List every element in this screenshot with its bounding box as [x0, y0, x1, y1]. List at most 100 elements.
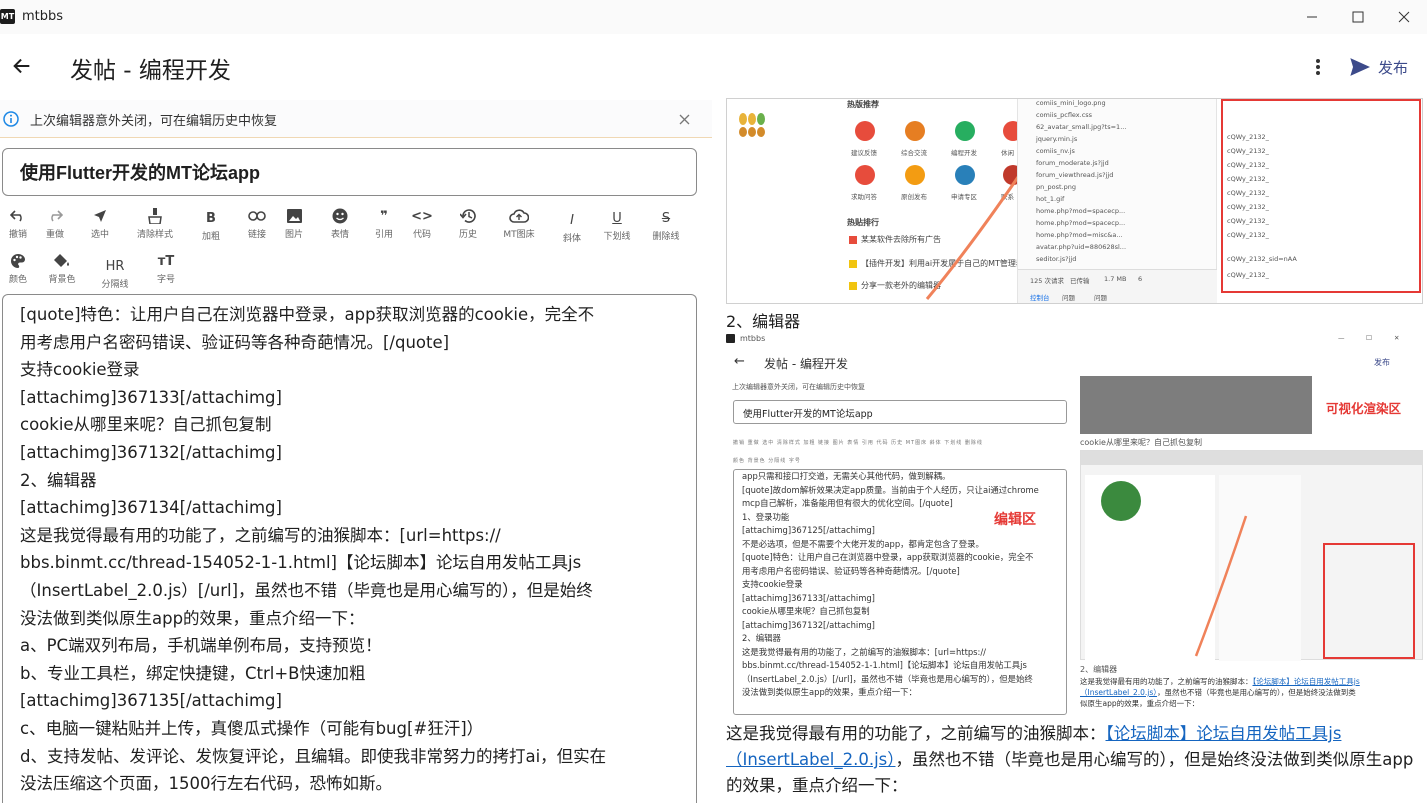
app-bar: 发帖 - 编程开发 发布	[0, 34, 1427, 98]
editor-line: cookie从哪里来呢？自己抓包复制	[20, 415, 272, 435]
hr-button[interactable]: HR 分隔线	[95, 257, 135, 295]
mt-cloud-button[interactable]: MT图床	[499, 207, 539, 245]
nested-editor: app只需和接口打交道，无需关心其他代码，做到解耦。 [quote]故dom解析…	[733, 469, 1067, 715]
rank-badge	[849, 236, 857, 244]
font-size-button[interactable]: ᴛT 字号	[146, 252, 186, 290]
rank-badge	[849, 260, 857, 268]
editor-line: c、电脑一键粘贴并上传，真傻瓜式操作（可能有bug[#狂汗]）	[20, 718, 484, 738]
feedback-icon	[855, 121, 875, 141]
editor-line: [attachimg]367133[/attachimg]	[20, 387, 282, 407]
info-icon	[3, 111, 19, 127]
nested-render-area: 可视化渲染区 cookie从哪里来呢？自己抓包复制 2、编辑器 这是我觉得最有用…	[1080, 376, 1423, 715]
image-icon	[286, 207, 302, 225]
undo-button[interactable]: 撤销	[0, 207, 38, 245]
send-icon	[1350, 58, 1370, 76]
editor-line: 没法压缩这个页面，1500行左右代码，恐怖如斯。	[20, 774, 392, 794]
font-size-icon: ᴛT	[157, 253, 175, 269]
maximize-button[interactable]	[1335, 0, 1381, 34]
android-icon	[955, 121, 975, 141]
editor-line: 没法做到类似原生app的效果，重点介绍一下：	[20, 608, 365, 628]
editor-line: [quote]特色：让用户自己在浏览器中登录，app获取浏览器的cookie，完…	[20, 305, 595, 324]
app-logo: MT	[0, 9, 15, 24]
more-options-button[interactable]	[1306, 52, 1330, 82]
window-title: mtbbs	[22, 9, 64, 24]
render-paragraph: 这是我觉得最有用的功能了，之前编写的油猴脚本：【论坛脚本】论坛自用发帖工具js …	[1080, 677, 1360, 708]
select-button[interactable]: 选中	[80, 207, 120, 245]
medal-icons	[739, 105, 779, 137]
preview-paragraph: 这是我觉得最有用的功能了，之前编写的油猴脚本：【论坛脚本】论坛自用发帖工具js（…	[726, 724, 1414, 795]
notice-text: 上次编辑器意外关闭，可在编辑历史中恢复	[30, 114, 278, 129]
render-image-placeholder	[1080, 376, 1312, 434]
nested-screenshot	[1080, 450, 1423, 661]
window-title-bar: MT mtbbs	[0, 0, 1427, 34]
underline-icon: U	[612, 210, 622, 226]
editor-line: bbs.binmt.cc/thread-154052-1-1.html]【论坛脚…	[20, 553, 582, 573]
editor-line: [attachimg]367132[/attachimg]	[20, 442, 282, 462]
editor-line: [attachimg]367135[/attachimg]	[20, 691, 282, 711]
italic-button[interactable]: I 斜体	[552, 211, 592, 249]
link-button[interactable]: 链接	[237, 207, 277, 245]
publish-button[interactable]: 发布	[1350, 51, 1422, 83]
bold-icon: B	[206, 210, 216, 226]
nested-title-input: 使用Flutter开发的MT论坛app	[733, 400, 1067, 424]
brush-icon	[148, 207, 162, 225]
strikethrough-button[interactable]: S 删除线	[646, 209, 686, 247]
nested-app-bar: ← 发帖 - 编程开发 发布	[734, 354, 1390, 371]
preview-image-editor: mtbbs — ☐ ✕ ← 发帖 - 编程开发 发布 上次编辑器意外关闭，可在编…	[726, 330, 1423, 715]
code-button[interactable]: <> 代码	[402, 207, 442, 245]
chat-icon	[905, 121, 925, 141]
quote-button[interactable]: ❞ 引用	[364, 207, 404, 245]
devtools-tab[interactable]: 问题	[1094, 292, 1107, 302]
editor-line: a、PC端双列布局，手机端单例布局，支持预览！	[20, 636, 382, 656]
maximize-icon	[1352, 11, 1364, 23]
editor-line: （InsertLabel_2.0.js）[/url]，虽然也不错（毕竟也是用心编…	[20, 580, 593, 600]
close-icon	[1398, 11, 1410, 23]
close-icon	[679, 114, 689, 124]
underline-button[interactable]: U 下划线	[597, 209, 637, 247]
editor-line: 支持cookie登录	[20, 360, 140, 380]
bold-button[interactable]: B 加粗	[191, 209, 231, 247]
cursor-icon	[93, 207, 107, 225]
editor-text: [quote]特色：让用户自己在浏览器中登录，app获取浏览器的cookie，完…	[20, 301, 680, 798]
editor-line: b、专业工具栏，绑定快捷键，Ctrl+B快速加粗	[20, 663, 366, 683]
arrow-left-icon	[13, 58, 30, 74]
content-editor[interactable]: [quote]特色：让用户自己在浏览器中登录，app获取浏览器的cookie，完…	[2, 294, 697, 803]
hot-section-title: 热版推荐	[847, 100, 879, 109]
quote-icon: ❞	[380, 208, 388, 224]
clear-format-button[interactable]: 清除样式	[135, 207, 175, 245]
editor-toolbar: 撤销 重做 选中 清除样式 B 加粗 链接 图片 表情 ❞ 引用 <> 代码 历…	[0, 203, 712, 290]
redo-button[interactable]: 重做	[35, 207, 75, 245]
devtools-tab[interactable]: 问题	[1062, 292, 1075, 302]
image-button[interactable]: 图片	[274, 207, 314, 245]
editor-line: 用考虑用户名密码错误、验证码等各种奇葩情况。[/quote]	[20, 332, 450, 352]
link-icon	[248, 207, 266, 225]
forum-homepage-panel: 热版推荐 建议反馈 综合交流 编程开发 休闲 求助问答 原创发布 申请专区 联系…	[727, 99, 1039, 303]
bg-color-button[interactable]: 背景色	[42, 252, 82, 290]
close-window-button[interactable]	[1381, 0, 1427, 34]
post-title-input[interactable]	[2, 148, 697, 196]
publish-label: 发布	[1378, 58, 1409, 77]
emoji-button[interactable]: 表情	[320, 207, 360, 245]
palette-icon	[10, 252, 26, 270]
color-button[interactable]: 颜色	[0, 252, 38, 290]
nested-toolbar: 撤销 重做 选中 清除样式 加粗 链接 图片 表情 引用 代码 历史 MT图床 …	[733, 440, 983, 464]
italic-icon: I	[570, 212, 574, 228]
history-button[interactable]: 历史	[448, 207, 488, 245]
preview-pane: 热版推荐 建议反馈 综合交流 编程开发 休闲 求助问答 原创发布 申请专区 联系…	[726, 98, 1423, 803]
paint-bucket-icon	[53, 252, 71, 270]
preview-heading: 2、编辑器	[726, 312, 801, 331]
cookie-panel: cQWy_2132_ cQWy_2132_ cQWy_2132_ cQWy_21…	[1217, 99, 1422, 303]
code-icon: <>	[411, 208, 433, 224]
notice-close-button[interactable]	[674, 109, 694, 129]
network-file-list: comiis_mini_logo.png comiis_pcflex.css 6…	[1017, 99, 1218, 303]
rank-badge	[849, 282, 857, 290]
cloud-upload-icon	[509, 207, 529, 225]
minimize-button[interactable]	[1289, 0, 1335, 34]
editor-area-label: 编辑区	[994, 512, 1036, 528]
nested-notice: 上次编辑器意外关闭，可在编辑历史中恢复	[732, 383, 865, 391]
devtools-tab[interactable]: 控制台	[1030, 292, 1050, 302]
editor-line: 这是我觉得最有用的功能了，之前编写的油猴脚本：[url=https://	[20, 525, 501, 545]
undo-icon	[10, 207, 26, 225]
page-title: 发帖 - 编程开发	[70, 58, 231, 84]
back-button[interactable]	[4, 48, 40, 84]
